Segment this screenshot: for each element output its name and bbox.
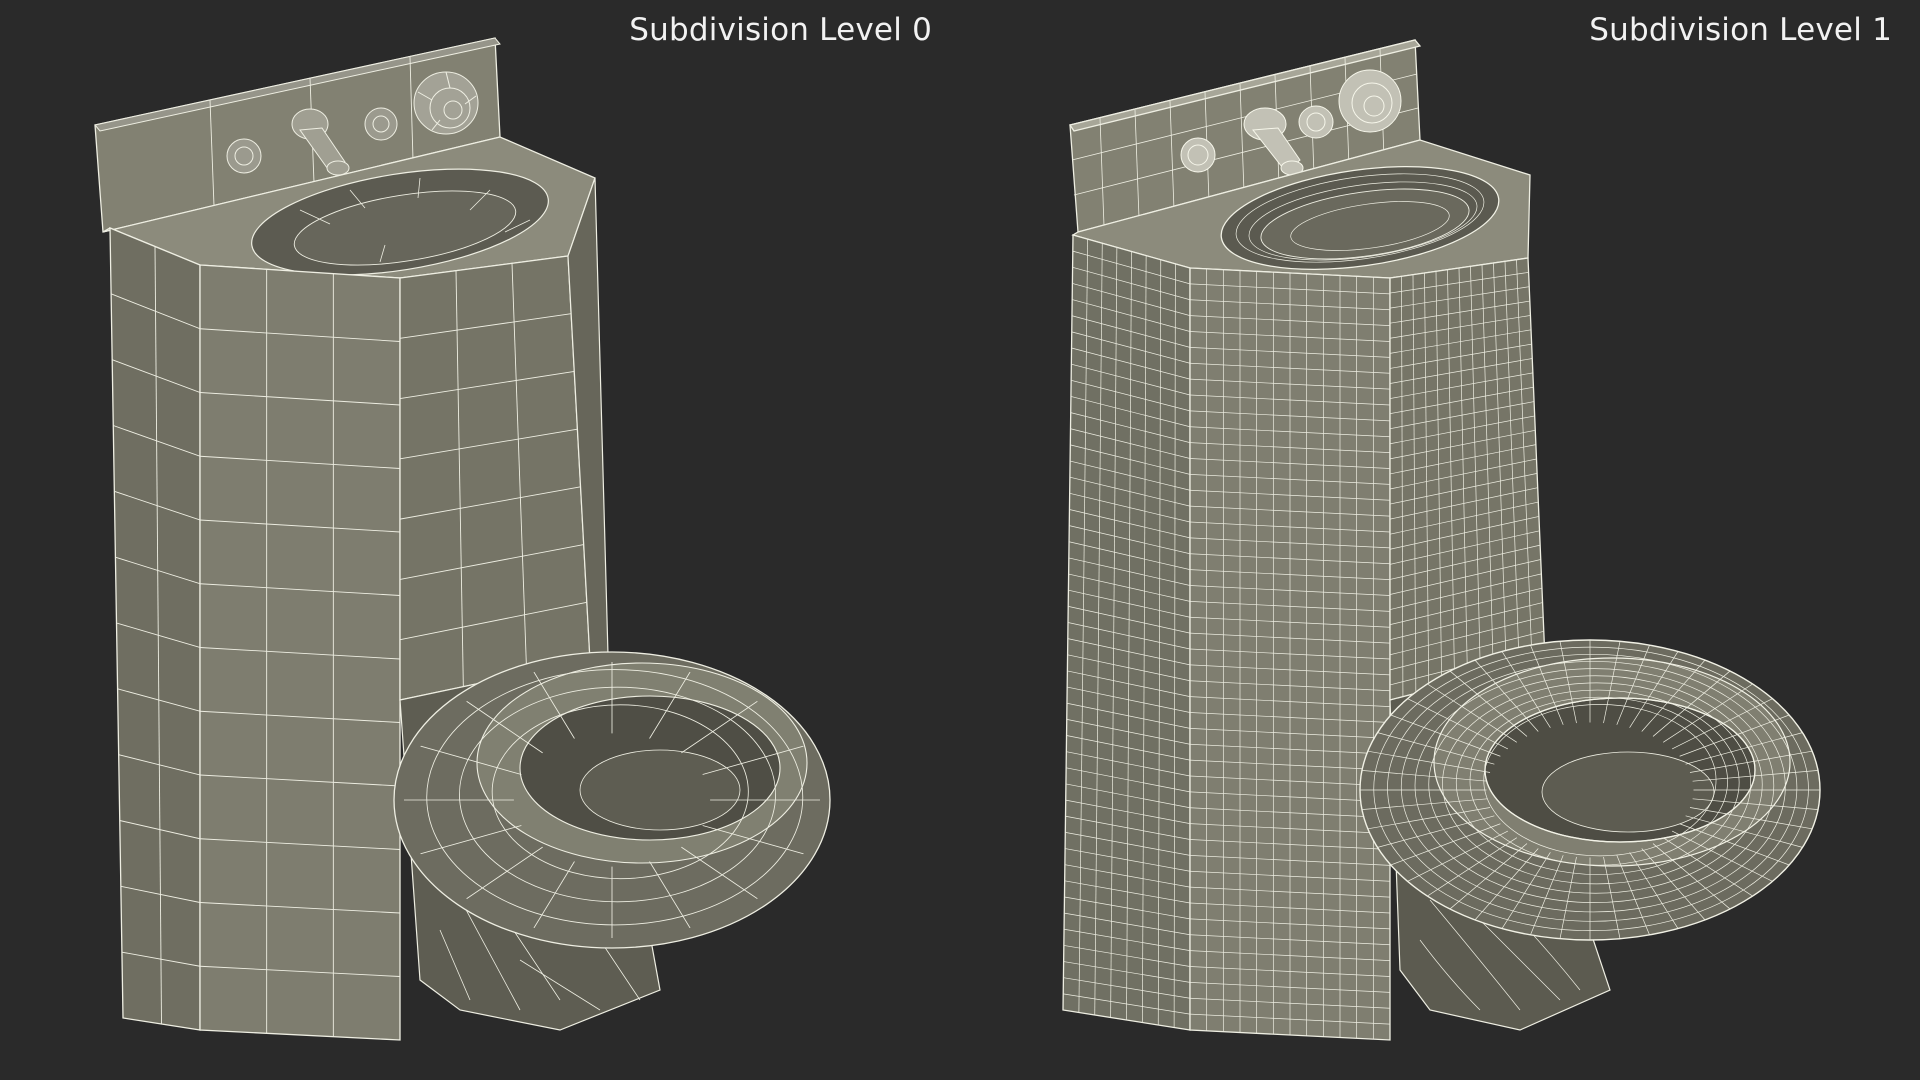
push-button-middle (364, 107, 398, 141)
cabinet-front-face (199, 264, 401, 1041)
subdivision-level-label: Subdivision Level 0 (629, 12, 932, 48)
panel-subdivision-level-0: Subdivision Level 0 (0, 0, 960, 1080)
cabinet-right-face (399, 255, 591, 701)
subdivision-level-label: Subdivision Level 1 (1589, 12, 1892, 48)
push-button-left (226, 138, 262, 174)
panel-subdivision-level-1: Subdivision Level 1 (960, 0, 1920, 1080)
render-viewport: Subdivision Level 0 Subdivision Level 1 (0, 0, 1920, 1080)
model-render-level-1 (1062, 39, 1821, 1041)
model-render-level-0 (94, 37, 831, 1041)
cabinet-left-face (109, 227, 201, 1031)
push-button-large (413, 71, 479, 135)
